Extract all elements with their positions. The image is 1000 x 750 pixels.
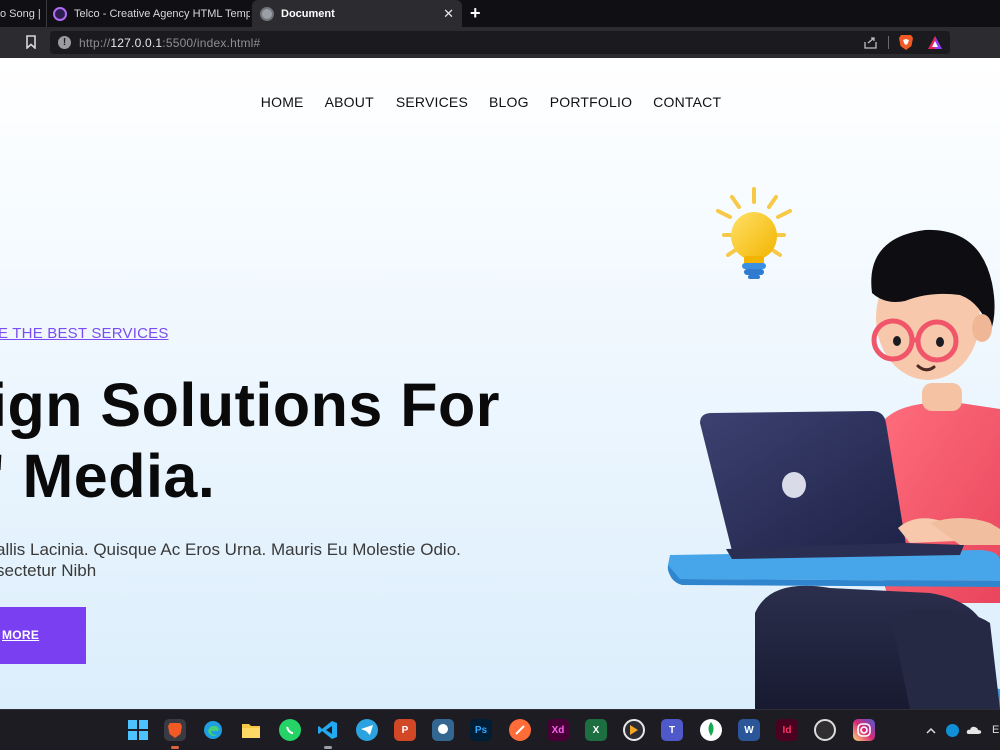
excel-icon[interactable]: X [585, 719, 607, 741]
photoshop-icon[interactable]: Ps [470, 719, 492, 741]
nav-contact[interactable]: CONTACT [653, 94, 721, 110]
globe-favicon-icon [260, 6, 274, 21]
onedrive-cloud-icon[interactable] [966, 725, 982, 735]
postgresql-icon[interactable] [432, 719, 454, 741]
word-icon[interactable]: W [738, 719, 760, 741]
media-player-icon[interactable] [623, 719, 645, 741]
brave-rewards-icon[interactable] [927, 35, 943, 50]
vscode-icon[interactable] [317, 719, 339, 741]
read-more-button[interactable]: MORE [0, 607, 86, 664]
nav-services[interactable]: SERVICES [396, 94, 468, 110]
web-page: HOME ABOUT SERVICES BLOG PORTFOLIO CONTA… [0, 58, 1000, 709]
obs-icon[interactable] [814, 719, 836, 741]
tray-chevron-up-icon[interactable] [926, 727, 936, 734]
url-text[interactable]: http://127.0.0.1:5500/index.html# [79, 36, 260, 50]
new-tab-button[interactable]: + [470, 3, 481, 24]
tab-telco[interactable]: Telco - Creative Agency HTML Templat [46, 0, 250, 27]
nav-portfolio[interactable]: PORTFOLIO [550, 94, 632, 110]
tab-title: Telco - Creative Agency HTML Templat [74, 7, 250, 20]
tab-title: o Song | [0, 7, 41, 20]
share-icon[interactable] [864, 36, 878, 49]
main-nav: HOME ABOUT SERVICES BLOG PORTFOLIO CONTA… [0, 94, 1000, 110]
tab-document[interactable]: Document ✕ [252, 0, 462, 27]
windows-taskbar: P Ps Xd X T W Id E [0, 709, 1000, 750]
file-explorer-icon[interactable] [240, 719, 262, 741]
nav-home[interactable]: HOME [261, 94, 304, 110]
close-tab-icon[interactable]: ✕ [443, 6, 454, 22]
tray-app-icon[interactable] [946, 724, 959, 737]
windows-start-icon[interactable] [127, 719, 149, 741]
teams-icon[interactable]: T [661, 719, 683, 741]
edge-icon[interactable] [202, 719, 224, 741]
indesign-icon[interactable]: Id [776, 719, 798, 741]
browser-tab-strip: o Song | Telco - Creative Agency HTML Te… [0, 0, 1000, 27]
hero-headline: ign Solutions For ' Media. [0, 370, 500, 512]
brave-shields-icon[interactable] [898, 34, 914, 51]
active-app-indicator [171, 746, 179, 749]
hero-description: allis Lacinia. Quisque Ac Eros Urna. Mau… [0, 540, 461, 580]
postman-icon[interactable] [509, 719, 531, 741]
open-app-indicator [324, 746, 332, 749]
site-info-icon[interactable]: ! [58, 36, 71, 49]
whatsapp-icon[interactable] [279, 719, 301, 741]
tab-title: Document [281, 7, 335, 20]
hero-illustration [667, 187, 1000, 709]
headline-line-2: ' Media. [0, 442, 216, 510]
brave-browser-icon[interactable] [164, 719, 186, 741]
adobe-xd-icon[interactable]: Xd [547, 719, 569, 741]
bookmark-icon[interactable] [25, 35, 37, 49]
language-indicator[interactable]: E [992, 724, 999, 736]
telegram-icon[interactable] [356, 719, 378, 741]
headline-line-1: ign Solutions For [0, 371, 500, 439]
powerpoint-icon[interactable]: P [394, 719, 416, 741]
nav-about[interactable]: ABOUT [325, 94, 374, 110]
tab-previous[interactable]: o Song | [0, 0, 44, 27]
address-bar[interactable]: ! http://127.0.0.1:5500/index.html# [50, 31, 950, 54]
mongodb-icon[interactable] [700, 719, 722, 741]
telco-favicon-icon [53, 6, 67, 21]
toolbar-separator [888, 36, 889, 49]
nav-blog[interactable]: BLOG [489, 94, 529, 110]
instagram-icon[interactable] [853, 719, 875, 741]
hero-kicker-link[interactable]: E THE BEST SERVICES [0, 325, 169, 342]
